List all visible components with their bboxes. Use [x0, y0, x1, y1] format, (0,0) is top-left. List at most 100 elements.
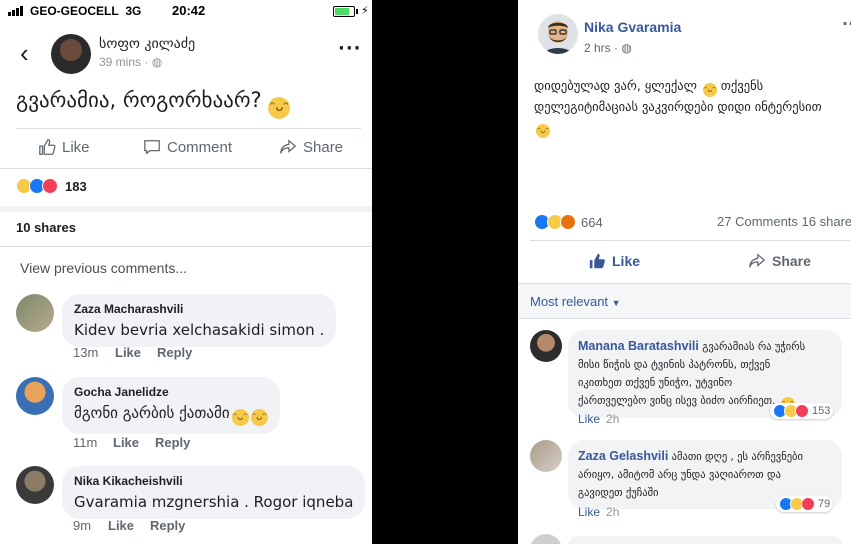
status-bar: GEO-GEOCELL 3G 20:42 ⚡ [0, 0, 372, 22]
like-label: Like [62, 138, 90, 156]
post-text: დიდებულად ვარ, ყლექალ ᵔᴗᵔ თქვენს დელეგიტ… [534, 76, 851, 138]
share-label: Share [303, 138, 344, 156]
caret-down-icon: ▼ [611, 298, 621, 308]
post-actions: Like Comment Share [0, 134, 372, 164]
comment-reply-button[interactable]: Reply [155, 435, 190, 450]
more-icon[interactable]: ·· [842, 14, 851, 33]
shares-count[interactable]: 10 shares [16, 220, 76, 235]
comment-label: Comment [167, 138, 233, 156]
comment-time: 11m [73, 435, 98, 450]
post-author[interactable]: Nika Gvaramia [584, 19, 681, 35]
grin-emoji-icon: ᵔᴗᵔ [250, 409, 268, 426]
share-button[interactable]: Share [748, 252, 811, 270]
comment-button[interactable]: Comment [143, 138, 232, 156]
sort-dropdown[interactable]: Most relevant ▼ [530, 294, 621, 309]
comment-author[interactable]: Zaza Macharashvili [74, 302, 324, 316]
laughing-emoji-icon: ᵔᴗᵔ [268, 97, 291, 119]
comment-text: ქართველებო ვინც ისევ ბიძო აირჩიეთ. [578, 395, 776, 407]
comment-text: მისი წიჭის და ტვინის პატრონს, თქვენ [578, 359, 771, 371]
love-reaction-icon [42, 178, 58, 194]
comment-meta: Like 2h [578, 505, 619, 519]
post-text: გვარამია, როგორხაარ? ᵔᴗᵔ [16, 88, 291, 119]
divider [0, 168, 372, 169]
avatar[interactable] [16, 377, 54, 415]
like-button[interactable]: Like [588, 252, 640, 270]
grin-emoji-icon: ᵔᴗᵔ [231, 409, 249, 426]
reaction-summary[interactable]: 183 [16, 178, 87, 194]
share-icon [280, 139, 297, 154]
avatar[interactable] [16, 466, 54, 504]
comment-bubble: Zaza Macharashvili Kidev bevria xelchasa… [62, 294, 337, 347]
post-meta: 39 mins · ◍ [99, 55, 163, 69]
view-previous-comments-link[interactable]: View previous comments... [20, 260, 187, 276]
comment-icon [144, 140, 160, 155]
comment-like-button[interactable]: Like [113, 435, 155, 450]
comment-reaction-count: 79 [818, 498, 831, 510]
desktop-post-panel: Nika Gvaramia 2 hrs · ◍ ·· დიდებულად ვარ… [518, 0, 851, 544]
comment-author[interactable]: Manana Baratashvili [578, 339, 699, 353]
divider [16, 128, 361, 129]
avatar[interactable] [51, 34, 91, 74]
avatar[interactable] [16, 294, 54, 332]
comment-reactions[interactable]: 153 [770, 403, 834, 419]
comment-bubble: Nika Kikacheishvili Gvaramia mzgnershia … [62, 466, 366, 519]
comment-like-button[interactable]: Like [578, 505, 600, 519]
comment-time[interactable]: 2h [606, 412, 619, 426]
comment-time[interactable]: 2h [606, 505, 619, 519]
comment-bubble: Gocha Janelidze მგონი გარბის ქათამი ᵔᴗᵔ ᵔᴗ… [62, 377, 280, 434]
comment-like-button[interactable]: Like [578, 412, 600, 426]
charging-icon: ⚡ [361, 4, 369, 17]
reaction-count: 183 [65, 178, 87, 194]
avatar[interactable] [538, 14, 578, 54]
back-icon[interactable]: ‹ [20, 38, 29, 69]
like-icon [39, 139, 56, 155]
battery-icon [333, 6, 355, 17]
comment-text: ამათი დღე , ეს არჩევნები [671, 451, 803, 463]
comment-reaction-count: 153 [812, 405, 831, 417]
more-icon[interactable]: ··· [338, 38, 362, 59]
avatar[interactable] [530, 440, 562, 472]
comment-like-button[interactable]: Like [115, 345, 157, 360]
share-button[interactable]: Share [279, 138, 343, 156]
status-time: 20:42 [172, 3, 206, 18]
comments-shares-count[interactable]: 27 Comments 16 shares [717, 214, 851, 229]
post-author[interactable]: სოფო კილაძე [99, 36, 195, 52]
globe-icon: ◍ [151, 55, 163, 69]
avatar-cartoon-icon [538, 14, 578, 54]
comment-sort-bar: Most relevant ▼ [518, 283, 851, 319]
comment-reply-button[interactable]: Reply [150, 518, 185, 533]
share-icon [749, 253, 766, 268]
reaction-count: 664 [581, 214, 603, 230]
comment-text: არიყო, ამიტომ არც უნდა ვაღიაროთ და [578, 469, 781, 481]
comment-author[interactable]: Zaza Gelashvili [578, 449, 668, 463]
signal-icon [8, 6, 23, 16]
like-label: Like [612, 253, 641, 269]
comment-time: 13m [73, 345, 99, 360]
post-time[interactable]: 2 hrs [584, 41, 611, 55]
like-button[interactable]: Like [38, 138, 90, 156]
comment-time: 9m [73, 518, 92, 533]
comment-meta: 9m Like Reply [73, 518, 185, 533]
comment-like-button[interactable]: Like [108, 518, 150, 533]
avatar[interactable] [530, 330, 562, 362]
love-reaction-icon [801, 497, 815, 511]
reaction-summary[interactable]: 664 [534, 214, 603, 230]
separator-band [0, 206, 372, 212]
comment-meta: 11m Like Reply [73, 435, 190, 450]
comment-text: იკითხეთ თქვენ უნიჭო, უტვინო [578, 377, 733, 389]
angry-reaction-icon [560, 214, 576, 230]
divider [0, 246, 372, 247]
comment-reactions[interactable]: 79 [776, 496, 834, 512]
comment-text: Kidev bevria xelchasakidi simon . [74, 321, 325, 339]
comment-reply-button[interactable]: Reply [157, 345, 192, 360]
share-label: Share [772, 253, 811, 269]
comment-author[interactable]: Gocha Janelidze [74, 385, 268, 399]
like-icon [589, 253, 605, 269]
comment-author[interactable]: Nika Kikacheishvili [74, 474, 353, 488]
avatar[interactable] [530, 534, 562, 544]
mobile-post-panel: GEO-GEOCELL 3G 20:42 ⚡ ‹ სოფო კილაძე 39 … [0, 0, 372, 544]
love-reaction-icon [795, 404, 809, 418]
comment-meta: Like 2h [578, 412, 619, 426]
globe-icon: ◍ [621, 41, 632, 55]
comment-text: Gvaramia mzgnershia . Rogor iqneba [74, 493, 354, 511]
